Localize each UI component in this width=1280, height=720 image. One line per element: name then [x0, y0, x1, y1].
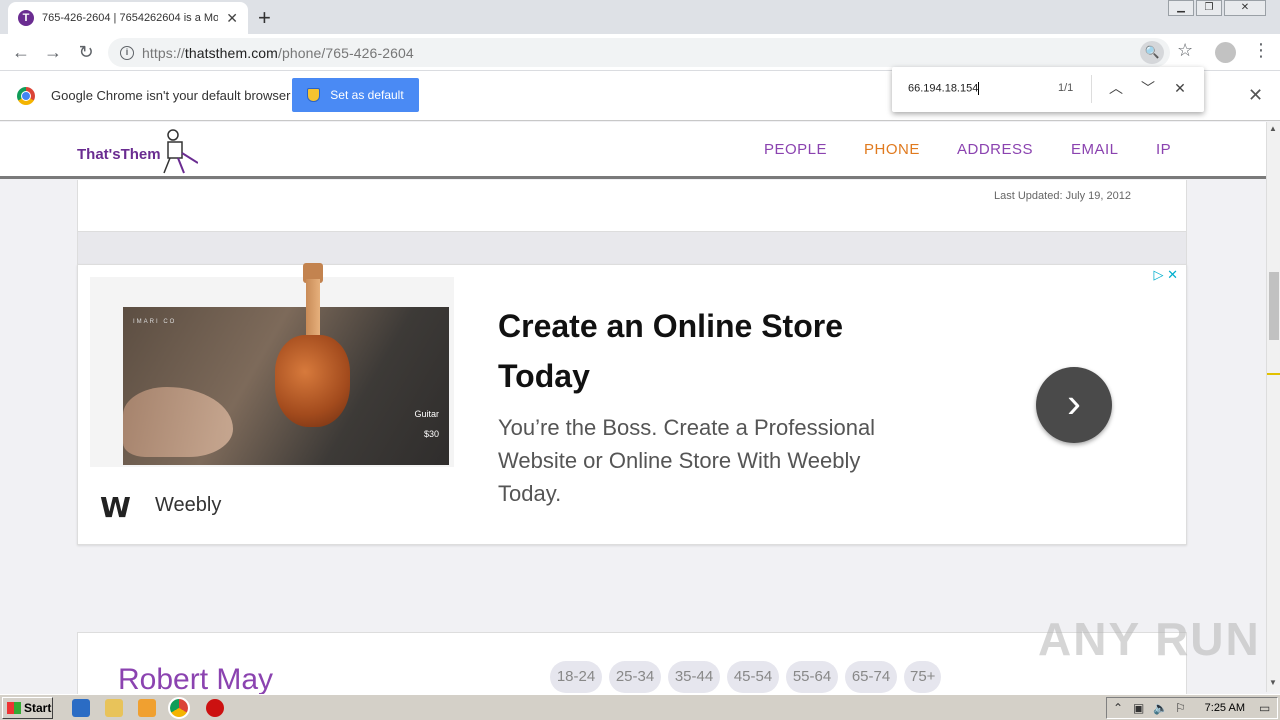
logo-figure-icon	[163, 129, 198, 174]
url-scheme: https://	[142, 44, 185, 61]
age-pill[interactable]: 55-64	[786, 661, 838, 693]
age-pill[interactable]: 25-34	[609, 661, 661, 693]
nav-email[interactable]: EMAIL	[1071, 141, 1119, 158]
restore-icon[interactable]: ❐	[1196, 0, 1222, 16]
forward-arrow-icon[interactable]: →	[42, 41, 64, 63]
find-next-icon[interactable]: ﹀	[1138, 78, 1158, 98]
security-alert-icon[interactable]	[206, 699, 224, 717]
find-input[interactable]: 66.194.18.154	[908, 82, 980, 95]
scroll-down-icon[interactable]: ▼	[1269, 678, 1277, 687]
tab-title: 765-426-2604 | 7654262604 is a Mo	[42, 12, 219, 24]
find-divider	[1091, 75, 1092, 103]
chrome-logo-icon	[17, 87, 35, 105]
new-tab-icon[interactable]: +	[258, 5, 271, 31]
tray-expand-icon[interactable]: ⌃	[1113, 701, 1123, 715]
volume-icon[interactable]: 🔈	[1153, 701, 1168, 715]
find-bar: 66.194.18.154 1/1 ︿ ﹀ ✕	[892, 67, 1204, 112]
ad-image-item: Guitar	[414, 409, 439, 419]
window-close-icon[interactable]: ✕	[1224, 0, 1266, 16]
ad-description[interactable]: You’re the Boss. Create a Professional W…	[498, 411, 908, 510]
page-scrollbar[interactable]: ▲ ▼	[1266, 122, 1280, 692]
network-icon[interactable]: ▣	[1133, 701, 1144, 715]
weebly-logo-icon[interactable]: W	[100, 491, 131, 524]
minimize-icon[interactable]: ▁	[1168, 0, 1194, 16]
address-bar[interactable]: i https://thatsthem.com/phone/765-426-26…	[108, 38, 1170, 67]
browser-tab[interactable]: T 765-426-2604 | 7654262604 is a Mo ✕	[8, 2, 248, 34]
media-player-icon[interactable]	[138, 699, 156, 717]
tab-strip: T 765-426-2604 | 7654262604 is a Mo ✕ + …	[0, 0, 1280, 34]
site-logo[interactable]: That'sThem	[77, 146, 161, 163]
ad-advertiser[interactable]: Weebly	[155, 494, 221, 517]
age-pill[interactable]: 18-24	[550, 661, 602, 693]
url-text[interactable]: https://thatsthem.com/phone/765-426-2604	[142, 45, 414, 61]
nav-people[interactable]: PEOPLE	[764, 141, 827, 158]
ad-image-brand: IMARI CO	[133, 319, 177, 325]
text-caret	[978, 82, 980, 95]
menu-kebab-icon[interactable]: ⋮	[1252, 40, 1270, 61]
scroll-up-icon[interactable]: ▲	[1269, 124, 1277, 133]
window-controls: ▁ ❐ ✕	[1166, 0, 1266, 16]
last-updated-text: Last Updated: July 19, 2012	[994, 190, 1131, 202]
windows-flag-icon	[7, 702, 21, 714]
find-in-page-icon[interactable]: 🔍	[1140, 41, 1164, 64]
taskbar-clock[interactable]: 7:25 AM	[1205, 702, 1245, 714]
profile-avatar-icon[interactable]	[1215, 42, 1236, 63]
card-divider-strip	[77, 232, 1187, 265]
start-label: Start	[24, 701, 52, 715]
nav-address[interactable]: ADDRESS	[957, 141, 1033, 158]
scroll-thumb[interactable]	[1269, 272, 1279, 340]
chrome-taskbar-icon[interactable]	[168, 697, 190, 719]
reload-icon[interactable]: ↻	[75, 41, 97, 63]
action-center-flag-icon[interactable]: ⚐	[1175, 701, 1186, 715]
adchoices-icon[interactable]: ▷ ✕	[1153, 267, 1178, 283]
nav-phone[interactable]: PHONE	[864, 141, 920, 158]
browser-toolbar: ← → ↻ i https://thatsthem.com/phone/765-…	[0, 34, 1280, 71]
find-close-icon[interactable]: ✕	[1170, 78, 1190, 98]
age-pill[interactable]: 75+	[904, 661, 942, 693]
age-pill[interactable]: 35-44	[668, 661, 720, 693]
back-arrow-icon[interactable]: ←	[10, 41, 32, 63]
ad-chevron-right-icon[interactable]: ›	[1036, 367, 1112, 443]
system-tray: ⌃ ▣ 🔈 ⚐ 7:25 AM ▭	[1106, 697, 1278, 719]
advertisement[interactable]: ▷ ✕ IMARI CO Guitar $30 Create an Online…	[77, 263, 1187, 545]
age-range-filter: 18-24 25-34 35-44 45-54 55-64 65-74 75+	[550, 661, 948, 693]
ad-title[interactable]: Create an Online Store Today	[498, 301, 918, 401]
hand-graphic	[123, 387, 233, 457]
show-desktop-icon[interactable]: ▭	[1259, 701, 1270, 715]
find-result-marker	[1267, 373, 1280, 375]
person-card: Robert May 18-24 25-34 35-44 45-54 55-64…	[77, 632, 1187, 702]
uac-shield-icon	[307, 88, 321, 102]
nav-ip[interactable]: IP	[1156, 141, 1171, 158]
guitar-neck	[306, 279, 320, 343]
url-host: thatsthem.com	[184, 44, 278, 61]
find-previous-icon[interactable]: ︿	[1106, 78, 1126, 98]
explorer-folder-icon[interactable]	[105, 699, 123, 717]
anyrun-watermark: ANY RUN	[1038, 613, 1261, 665]
infobar-close-icon[interactable]: ✕	[1248, 85, 1263, 106]
start-button[interactable]: Start	[2, 697, 53, 719]
site-header: That'sThem PEOPLE PHONE ADDRESS EMAIL IP	[0, 122, 1266, 179]
set-default-label: Set as default	[330, 88, 404, 102]
ad-image-price: $30	[423, 429, 439, 439]
windows-taskbar: Start ⌃ ▣ 🔈 ⚐ 7:25 AM ▭	[0, 694, 1280, 720]
age-pill[interactable]: 45-54	[727, 661, 779, 693]
set-default-button[interactable]: Set as default	[292, 78, 419, 112]
url-path: /phone/765-426-2604	[277, 44, 414, 61]
record-card: Last Updated: July 19, 2012	[77, 180, 1187, 232]
ie-icon[interactable]	[72, 699, 90, 717]
tab-close-icon[interactable]: ✕	[226, 10, 238, 27]
ad-image[interactable]: IMARI CO Guitar $30	[90, 263, 454, 467]
site-info-icon[interactable]: i	[120, 45, 134, 60]
find-query: 66.194.18.154	[908, 82, 979, 95]
age-pill[interactable]: 65-74	[845, 661, 897, 693]
infobar-message: Google Chrome isn't your default browser	[51, 88, 291, 103]
person-name[interactable]: Robert May	[118, 663, 273, 697]
find-match-count: 1/1	[1058, 82, 1074, 94]
bookmark-star-icon[interactable]: ☆	[1177, 40, 1193, 61]
site-favicon-icon: T	[18, 10, 34, 26]
guitar-body	[275, 335, 350, 427]
